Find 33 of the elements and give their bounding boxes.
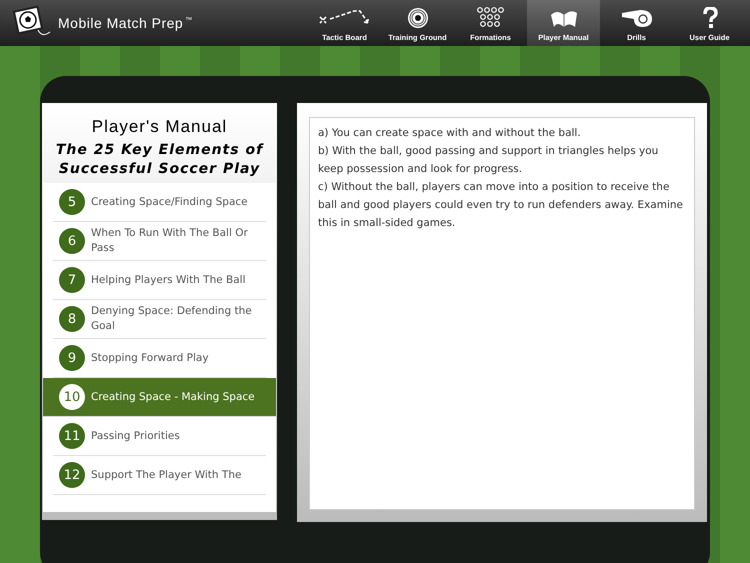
chapter-item[interactable]: 11 Passing Priorities bbox=[53, 417, 266, 456]
app-title: Mobile Match Prep$^{™}$ bbox=[58, 15, 193, 31]
chapter-number: 10 bbox=[59, 384, 85, 410]
target-icon bbox=[406, 7, 428, 29]
chapter-number: 11 bbox=[59, 423, 85, 449]
chapter-item[interactable]: 12 Support The Player With The bbox=[53, 456, 266, 495]
chapter-title: Creating Space/Finding Space bbox=[91, 194, 248, 210]
chapter-title: Stopping Forward Play bbox=[91, 350, 209, 366]
manual-subtitle: The 25 Key Elements of Successful Soccer Play bbox=[54, 141, 265, 179]
content-paragraph: a) You can create space with and without the ball. bbox=[318, 126, 582, 141]
manual-title: Player's Manual bbox=[92, 117, 228, 137]
formation-dots-icon bbox=[476, 7, 506, 29]
chapter-number: 9 bbox=[59, 345, 85, 371]
chapter-title: Support The Player With The bbox=[91, 468, 242, 482]
chapter-number: 6 bbox=[59, 228, 85, 254]
content-paragraph: c) Without the ball, players can move into a position to receive the ball and good players could even try to run defenders away. Examine this in small-sided games. bbox=[318, 180, 684, 231]
chapter-title: Denying Space: Defending the Goal bbox=[91, 304, 253, 334]
chapter-item[interactable]: 6 When To Run With The Ball Or Pass bbox=[53, 222, 266, 261]
chapter-title: Passing Priorities bbox=[91, 428, 180, 444]
whistle-icon bbox=[620, 7, 654, 29]
content-paragraph: b) With the ball, good passing and support in triangles helps you keep possession and look for progress. bbox=[318, 144, 660, 177]
chapter-title: Creating Space - Making Space bbox=[91, 390, 255, 404]
chapter-number: 8 bbox=[59, 306, 85, 332]
help-icon bbox=[702, 7, 718, 29]
chapter-item[interactable]: 7 Helping Players With The Ball bbox=[53, 261, 266, 300]
chapter-item[interactable]: 8 Denying Space: Defending the Goal bbox=[53, 300, 266, 339]
chapter-item[interactable]: 10 Creating Space - Making Space bbox=[43, 378, 276, 417]
chapter-number: 5 bbox=[59, 189, 85, 215]
chapter-number: 7 bbox=[59, 267, 85, 293]
chapter-number: 12 bbox=[59, 462, 85, 488]
chapter-title: When To Run With The Ball Or Pass bbox=[91, 226, 249, 256]
chapter-title: Helping Players With The Ball bbox=[91, 272, 246, 288]
chapter-item[interactable]: 5 Creating Space/Finding Space bbox=[53, 183, 266, 222]
